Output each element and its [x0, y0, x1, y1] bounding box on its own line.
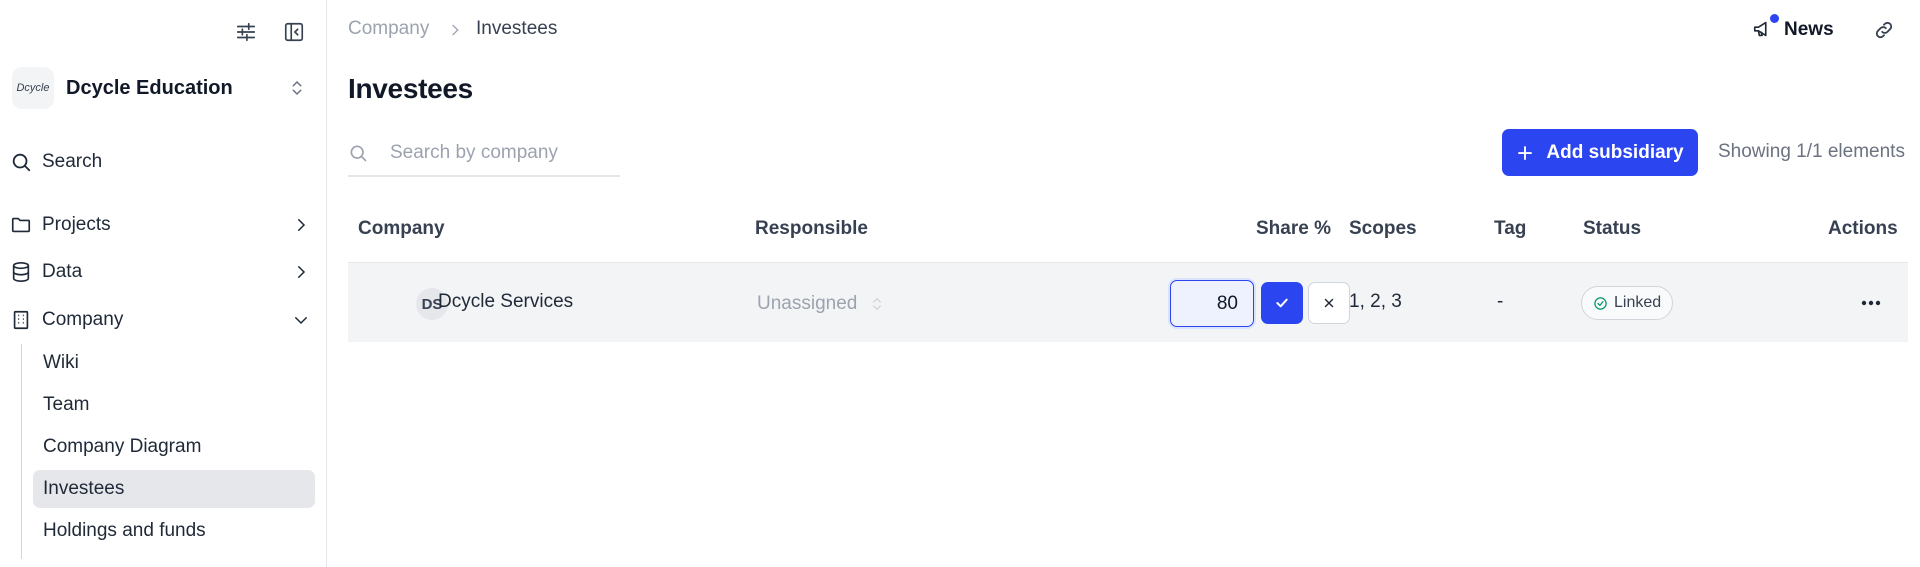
search-icon — [12, 153, 31, 172]
chevron-right-icon — [298, 219, 306, 231]
cancel-share-button[interactable] — [1308, 282, 1350, 324]
filter-settings-icon[interactable] — [230, 16, 262, 48]
more-actions-button[interactable] — [1853, 285, 1889, 321]
check-circle-icon — [1594, 296, 1607, 310]
sidebar-subitem-team[interactable]: Team — [33, 386, 315, 424]
more-horizontal-icon — [1861, 300, 1881, 306]
sidebar-item-label: Data — [42, 261, 83, 282]
table-row[interactable]: DS Dcycle Services Unassigned 1, 2, 3 - … — [348, 262, 1908, 342]
search-company-input[interactable] — [390, 142, 610, 164]
breadcrumb-company[interactable]: Company — [348, 18, 429, 40]
showing-count: Showing 1/1 elements — [1718, 141, 1905, 162]
sidebar-item-label: Company — [42, 309, 124, 330]
add-subsidiary-button[interactable]: Add subsidiary — [1502, 129, 1698, 176]
collapse-sidebar-icon[interactable] — [278, 16, 310, 48]
plus-icon — [1518, 145, 1533, 160]
column-header-share[interactable]: Share % — [1256, 218, 1331, 240]
breadcrumb-investees: Investees — [476, 18, 558, 39]
sidebar-subitem-investees[interactable]: Investees — [33, 470, 315, 508]
sidebar-item-company[interactable]: Company — [10, 300, 310, 340]
news-label: News — [1784, 19, 1834, 40]
company-name: Dcycle Services — [438, 291, 574, 312]
responsible-select[interactable]: Unassigned — [757, 287, 885, 321]
chevron-up-down-icon — [292, 80, 302, 96]
page-title: Investees — [348, 73, 473, 104]
folder-icon — [11, 217, 31, 233]
sidebar: Dcycle Dcycle Education Search Projects … — [0, 0, 327, 567]
close-icon — [1324, 298, 1334, 308]
sidebar-item-label: Projects — [42, 214, 111, 235]
sidebar-item-search[interactable]: Search — [10, 142, 310, 182]
notification-dot — [1770, 14, 1779, 23]
column-header-company[interactable]: Company — [358, 218, 445, 240]
column-header-responsible[interactable]: Responsible — [755, 218, 868, 240]
submenu-divider — [21, 344, 22, 559]
chevron-right-icon — [298, 266, 306, 278]
tag-value: - — [1497, 291, 1504, 312]
search-icon — [350, 145, 367, 162]
sidebar-subitem-company-diagram[interactable]: Company Diagram — [33, 428, 315, 466]
column-header-scopes[interactable]: Scopes — [1349, 218, 1417, 240]
org-logo: Dcycle — [12, 67, 54, 109]
check-icon — [1276, 298, 1288, 308]
main-content: Company Investees News Investees Add sub… — [327, 0, 1920, 567]
status-label: Linked — [1614, 294, 1662, 311]
responsible-value: Unassigned — [757, 293, 858, 314]
add-subsidiary-label: Add subsidiary — [1546, 141, 1684, 163]
breadcrumb-separator-icon — [452, 24, 459, 36]
column-header-tag[interactable]: Tag — [1494, 218, 1526, 240]
link-icon[interactable] — [1868, 14, 1900, 46]
share-percent-input[interactable] — [1170, 280, 1254, 327]
column-header-status[interactable]: Status — [1583, 218, 1641, 240]
status-badge: Linked — [1581, 286, 1674, 320]
column-header-actions: Actions — [1828, 218, 1898, 239]
chevron-up-down-icon — [873, 297, 882, 311]
sidebar-item-data[interactable]: Data — [10, 252, 310, 292]
organization-switcher[interactable]: Dcycle Dcycle Education — [12, 66, 312, 110]
database-icon — [12, 262, 30, 282]
chevron-down-icon — [295, 317, 307, 325]
org-name: Dcycle Education — [66, 76, 233, 99]
scopes-value: 1, 2, 3 — [1349, 291, 1402, 312]
sidebar-subitem-holdings-and-funds[interactable]: Holdings and funds — [33, 512, 315, 550]
sidebar-subitem-wiki[interactable]: Wiki — [33, 344, 315, 382]
news-button[interactable]: News — [1752, 13, 1834, 47]
building-icon — [13, 310, 29, 330]
confirm-share-button[interactable] — [1261, 282, 1303, 324]
search-box — [348, 131, 620, 177]
sidebar-item-projects[interactable]: Projects — [10, 205, 310, 245]
sidebar-item-label: Search — [42, 151, 103, 172]
